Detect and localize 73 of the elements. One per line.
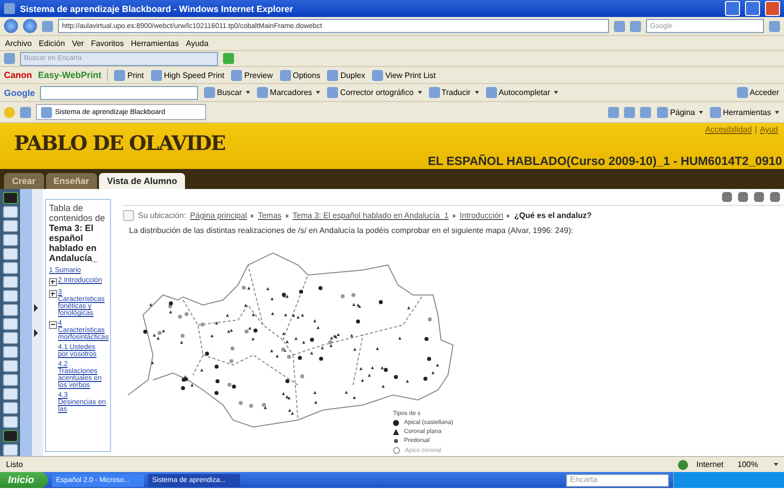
body-text: La distribución de las distintas realizaciones de /s/ en Andalucía la podéis comprobar en el siguiente mapa (Alvar, 1996: 249):: [128, 225, 574, 237]
tool-icon[interactable]: [2, 416, 18, 428]
close-icon[interactable]: [765, 1, 780, 16]
course-tab[interactable]: Vista de Alumno: [99, 173, 186, 189]
toggle-icon[interactable]: [49, 321, 57, 329]
canon-logo: Canon: [4, 70, 32, 80]
toc-title: Tema 3: El español hablado en Andalucía_: [49, 223, 98, 263]
toggle-icon[interactable]: [49, 278, 57, 286]
toc-heading: Tabla de contenidos de: [49, 203, 106, 223]
toolbar-button[interactable]: Preview: [230, 70, 274, 80]
toolbar-button[interactable]: Options: [278, 70, 322, 80]
tool-icon[interactable]: [2, 248, 18, 260]
tool-icon[interactable]: [2, 234, 18, 246]
breadcrumb-separator-icon: [507, 214, 510, 218]
breadcrumb-separator-icon: [250, 214, 254, 218]
toolbar-button[interactable]: Buscar: [203, 87, 251, 98]
status-text: Listo: [6, 460, 23, 469]
toolbar-button[interactable]: Autocompletar: [484, 87, 560, 98]
toolbar-button[interactable]: View Print List: [371, 70, 437, 80]
expand-arrow-icon[interactable]: [34, 329, 38, 337]
toolbar-button[interactable]: Corrector ortográfico: [326, 87, 423, 98]
toggle-icon[interactable]: [49, 290, 57, 298]
tool-icon[interactable]: [2, 346, 18, 358]
breadcrumb-link[interactable]: Introducción: [460, 211, 504, 220]
tool-icon[interactable]: [2, 374, 18, 386]
menu-item[interactable]: Ayuda: [184, 38, 210, 48]
sign-in-button[interactable]: Acceder: [736, 87, 780, 98]
tool-icon[interactable]: [2, 430, 18, 442]
command-button[interactable]: Página: [656, 106, 704, 118]
window-title: Sistema de aprendizaje Blackboard - Windows Internet Explorer: [20, 4, 293, 14]
menu-item[interactable]: Ver: [70, 38, 85, 48]
breadcrumb-separator-icon: [286, 214, 289, 218]
tool-icon[interactable]: [2, 388, 18, 400]
google-logo: Google: [4, 88, 35, 98]
menu-item[interactable]: Favoritos: [90, 38, 125, 48]
zoom-button[interactable]: 100%: [732, 459, 764, 470]
menu-item[interactable]: Edición: [38, 38, 66, 48]
breadcrumb-label: Su ubicación:: [138, 211, 186, 220]
tool-icon[interactable]: [2, 402, 18, 414]
zone-icon: [678, 460, 688, 470]
tool-icon[interactable]: [2, 304, 18, 316]
breadcrumb-link[interactable]: Tema 3: El español hablado en Andalucía_1: [292, 211, 449, 220]
breadcrumb-link[interactable]: Página principal: [190, 211, 247, 220]
easy-webprint-menu[interactable]: Easy-WebPrint: [37, 70, 102, 80]
toolbar-button[interactable]: Marcadores: [256, 87, 322, 98]
university-logo: PABLO DE OLAVIDE: [14, 131, 226, 155]
expand-arrow-icon[interactable]: [34, 304, 38, 312]
tool-icon[interactable]: [2, 262, 18, 274]
tool-icon[interactable]: [2, 332, 18, 344]
tool-icon[interactable]: [2, 220, 18, 232]
breadcrumb-separator-icon: [452, 214, 456, 218]
tool-icon[interactable]: [2, 276, 18, 288]
toolbar-button[interactable]: Duplex: [326, 70, 366, 80]
menu-item[interactable]: Archivo: [4, 38, 33, 48]
toolbar-button[interactable]: High Speed Print: [150, 70, 226, 80]
course-title: EL ESPAÑOL HABLADO(Curso 2009-10)_1 - HUM6014T2_0910: [428, 154, 782, 168]
link-separator: |: [754, 125, 757, 134]
tool-icon[interactable]: [2, 360, 18, 372]
breadcrumb-link[interactable]: Temas: [258, 211, 282, 220]
tool-icon[interactable]: [2, 192, 18, 204]
menu-item[interactable]: Herramientas: [130, 38, 180, 48]
header-link[interactable]: Ayud: [760, 125, 778, 134]
breadcrumb-current: ¿Qué es el andaluz?: [514, 211, 592, 220]
tool-icon[interactable]: [2, 290, 18, 302]
command-button[interactable]: Herramientas: [708, 106, 780, 118]
tool-icon[interactable]: [2, 318, 18, 330]
toolbar-button[interactable]: Print: [113, 70, 145, 80]
security-zone: Internet: [696, 460, 724, 469]
tool-icon[interactable]: [2, 206, 18, 218]
tool-icon[interactable]: [2, 444, 18, 456]
header-link[interactable]: Accesibilidad: [705, 125, 752, 134]
google-search-field[interactable]: [40, 86, 198, 100]
toolbar-button[interactable]: Traducir: [428, 87, 480, 98]
